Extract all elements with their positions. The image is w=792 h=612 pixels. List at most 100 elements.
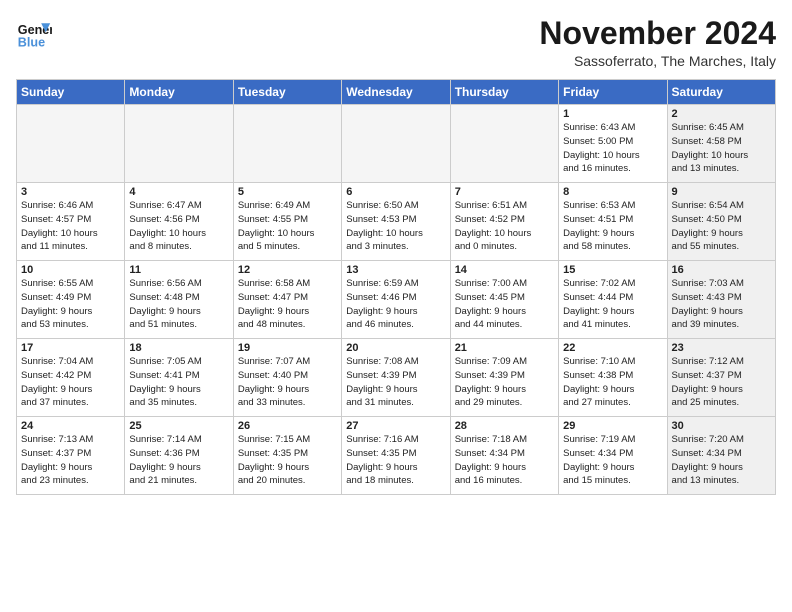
day-number: 26: [238, 420, 337, 432]
table-cell: 10Sunrise: 6:55 AM Sunset: 4:49 PM Dayli…: [17, 261, 125, 339]
day-info: Sunrise: 7:00 AM Sunset: 4:45 PM Dayligh…: [455, 277, 554, 332]
table-cell: 26Sunrise: 7:15 AM Sunset: 4:35 PM Dayli…: [233, 417, 341, 495]
table-cell: 15Sunrise: 7:02 AM Sunset: 4:44 PM Dayli…: [559, 261, 667, 339]
table-cell: 5Sunrise: 6:49 AM Sunset: 4:55 PM Daylig…: [233, 183, 341, 261]
day-info: Sunrise: 7:07 AM Sunset: 4:40 PM Dayligh…: [238, 355, 337, 410]
day-info: Sunrise: 7:08 AM Sunset: 4:39 PM Dayligh…: [346, 355, 445, 410]
day-info: Sunrise: 6:55 AM Sunset: 4:49 PM Dayligh…: [21, 277, 120, 332]
day-number: 15: [563, 264, 662, 276]
col-thursday: Thursday: [450, 80, 558, 105]
table-cell: 24Sunrise: 7:13 AM Sunset: 4:37 PM Dayli…: [17, 417, 125, 495]
day-number: 19: [238, 342, 337, 354]
day-number: 23: [672, 342, 771, 354]
day-number: 6: [346, 186, 445, 198]
week-row-2: 3Sunrise: 6:46 AM Sunset: 4:57 PM Daylig…: [17, 183, 776, 261]
day-number: 10: [21, 264, 120, 276]
day-info: Sunrise: 7:19 AM Sunset: 4:34 PM Dayligh…: [563, 433, 662, 488]
day-info: Sunrise: 7:02 AM Sunset: 4:44 PM Dayligh…: [563, 277, 662, 332]
day-number: 12: [238, 264, 337, 276]
day-number: 24: [21, 420, 120, 432]
day-number: 17: [21, 342, 120, 354]
day-info: Sunrise: 7:16 AM Sunset: 4:35 PM Dayligh…: [346, 433, 445, 488]
day-info: Sunrise: 7:15 AM Sunset: 4:35 PM Dayligh…: [238, 433, 337, 488]
day-number: 30: [672, 420, 771, 432]
month-title: November 2024: [539, 16, 776, 51]
day-info: Sunrise: 7:12 AM Sunset: 4:37 PM Dayligh…: [672, 355, 771, 410]
table-cell: 1Sunrise: 6:43 AM Sunset: 5:00 PM Daylig…: [559, 105, 667, 183]
day-number: 20: [346, 342, 445, 354]
day-info: Sunrise: 6:46 AM Sunset: 4:57 PM Dayligh…: [21, 199, 120, 254]
table-cell: 9Sunrise: 6:54 AM Sunset: 4:50 PM Daylig…: [667, 183, 775, 261]
day-info: Sunrise: 7:03 AM Sunset: 4:43 PM Dayligh…: [672, 277, 771, 332]
day-info: Sunrise: 6:45 AM Sunset: 4:58 PM Dayligh…: [672, 121, 771, 176]
table-cell: 13Sunrise: 6:59 AM Sunset: 4:46 PM Dayli…: [342, 261, 450, 339]
day-number: 9: [672, 186, 771, 198]
table-cell: 8Sunrise: 6:53 AM Sunset: 4:51 PM Daylig…: [559, 183, 667, 261]
day-info: Sunrise: 7:09 AM Sunset: 4:39 PM Dayligh…: [455, 355, 554, 410]
day-number: 16: [672, 264, 771, 276]
day-info: Sunrise: 7:20 AM Sunset: 4:34 PM Dayligh…: [672, 433, 771, 488]
table-cell: 27Sunrise: 7:16 AM Sunset: 4:35 PM Dayli…: [342, 417, 450, 495]
day-info: Sunrise: 7:18 AM Sunset: 4:34 PM Dayligh…: [455, 433, 554, 488]
table-cell: 18Sunrise: 7:05 AM Sunset: 4:41 PM Dayli…: [125, 339, 233, 417]
table-cell: 2Sunrise: 6:45 AM Sunset: 4:58 PM Daylig…: [667, 105, 775, 183]
table-cell: [233, 105, 341, 183]
page: General Blue November 2024 Sassoferrato,…: [0, 0, 792, 505]
day-number: 25: [129, 420, 228, 432]
table-cell: 25Sunrise: 7:14 AM Sunset: 4:36 PM Dayli…: [125, 417, 233, 495]
day-number: 8: [563, 186, 662, 198]
day-number: 13: [346, 264, 445, 276]
col-sunday: Sunday: [17, 80, 125, 105]
day-number: 29: [563, 420, 662, 432]
day-info: Sunrise: 6:58 AM Sunset: 4:47 PM Dayligh…: [238, 277, 337, 332]
calendar-table: Sunday Monday Tuesday Wednesday Thursday…: [16, 79, 776, 495]
svg-text:Blue: Blue: [18, 36, 45, 50]
col-monday: Monday: [125, 80, 233, 105]
day-number: 5: [238, 186, 337, 198]
table-cell: 16Sunrise: 7:03 AM Sunset: 4:43 PM Dayli…: [667, 261, 775, 339]
day-number: 21: [455, 342, 554, 354]
table-cell: 17Sunrise: 7:04 AM Sunset: 4:42 PM Dayli…: [17, 339, 125, 417]
day-info: Sunrise: 6:54 AM Sunset: 4:50 PM Dayligh…: [672, 199, 771, 254]
logo: General Blue: [16, 16, 52, 52]
table-cell: 12Sunrise: 6:58 AM Sunset: 4:47 PM Dayli…: [233, 261, 341, 339]
day-info: Sunrise: 6:50 AM Sunset: 4:53 PM Dayligh…: [346, 199, 445, 254]
logo-icon: General Blue: [16, 16, 52, 52]
day-number: 4: [129, 186, 228, 198]
day-info: Sunrise: 7:05 AM Sunset: 4:41 PM Dayligh…: [129, 355, 228, 410]
day-number: 7: [455, 186, 554, 198]
day-info: Sunrise: 6:49 AM Sunset: 4:55 PM Dayligh…: [238, 199, 337, 254]
title-block: November 2024 Sassoferrato, The Marches,…: [539, 16, 776, 69]
day-number: 3: [21, 186, 120, 198]
table-cell: 6Sunrise: 6:50 AM Sunset: 4:53 PM Daylig…: [342, 183, 450, 261]
day-number: 1: [563, 108, 662, 120]
day-number: 22: [563, 342, 662, 354]
header: General Blue November 2024 Sassoferrato,…: [16, 16, 776, 69]
day-info: Sunrise: 6:43 AM Sunset: 5:00 PM Dayligh…: [563, 121, 662, 176]
week-row-1: 1Sunrise: 6:43 AM Sunset: 5:00 PM Daylig…: [17, 105, 776, 183]
day-info: Sunrise: 7:04 AM Sunset: 4:42 PM Dayligh…: [21, 355, 120, 410]
table-cell: 19Sunrise: 7:07 AM Sunset: 4:40 PM Dayli…: [233, 339, 341, 417]
table-cell: [125, 105, 233, 183]
day-info: Sunrise: 7:14 AM Sunset: 4:36 PM Dayligh…: [129, 433, 228, 488]
subtitle: Sassoferrato, The Marches, Italy: [539, 53, 776, 69]
day-number: 11: [129, 264, 228, 276]
table-cell: [450, 105, 558, 183]
table-cell: 30Sunrise: 7:20 AM Sunset: 4:34 PM Dayli…: [667, 417, 775, 495]
col-friday: Friday: [559, 80, 667, 105]
table-cell: [17, 105, 125, 183]
col-wednesday: Wednesday: [342, 80, 450, 105]
day-info: Sunrise: 7:13 AM Sunset: 4:37 PM Dayligh…: [21, 433, 120, 488]
header-row: Sunday Monday Tuesday Wednesday Thursday…: [17, 80, 776, 105]
table-cell: 28Sunrise: 7:18 AM Sunset: 4:34 PM Dayli…: [450, 417, 558, 495]
day-info: Sunrise: 6:59 AM Sunset: 4:46 PM Dayligh…: [346, 277, 445, 332]
day-info: Sunrise: 6:56 AM Sunset: 4:48 PM Dayligh…: [129, 277, 228, 332]
table-cell: 4Sunrise: 6:47 AM Sunset: 4:56 PM Daylig…: [125, 183, 233, 261]
col-tuesday: Tuesday: [233, 80, 341, 105]
table-cell: [342, 105, 450, 183]
table-cell: 20Sunrise: 7:08 AM Sunset: 4:39 PM Dayli…: [342, 339, 450, 417]
day-number: 27: [346, 420, 445, 432]
day-info: Sunrise: 6:47 AM Sunset: 4:56 PM Dayligh…: [129, 199, 228, 254]
day-number: 28: [455, 420, 554, 432]
table-cell: 7Sunrise: 6:51 AM Sunset: 4:52 PM Daylig…: [450, 183, 558, 261]
